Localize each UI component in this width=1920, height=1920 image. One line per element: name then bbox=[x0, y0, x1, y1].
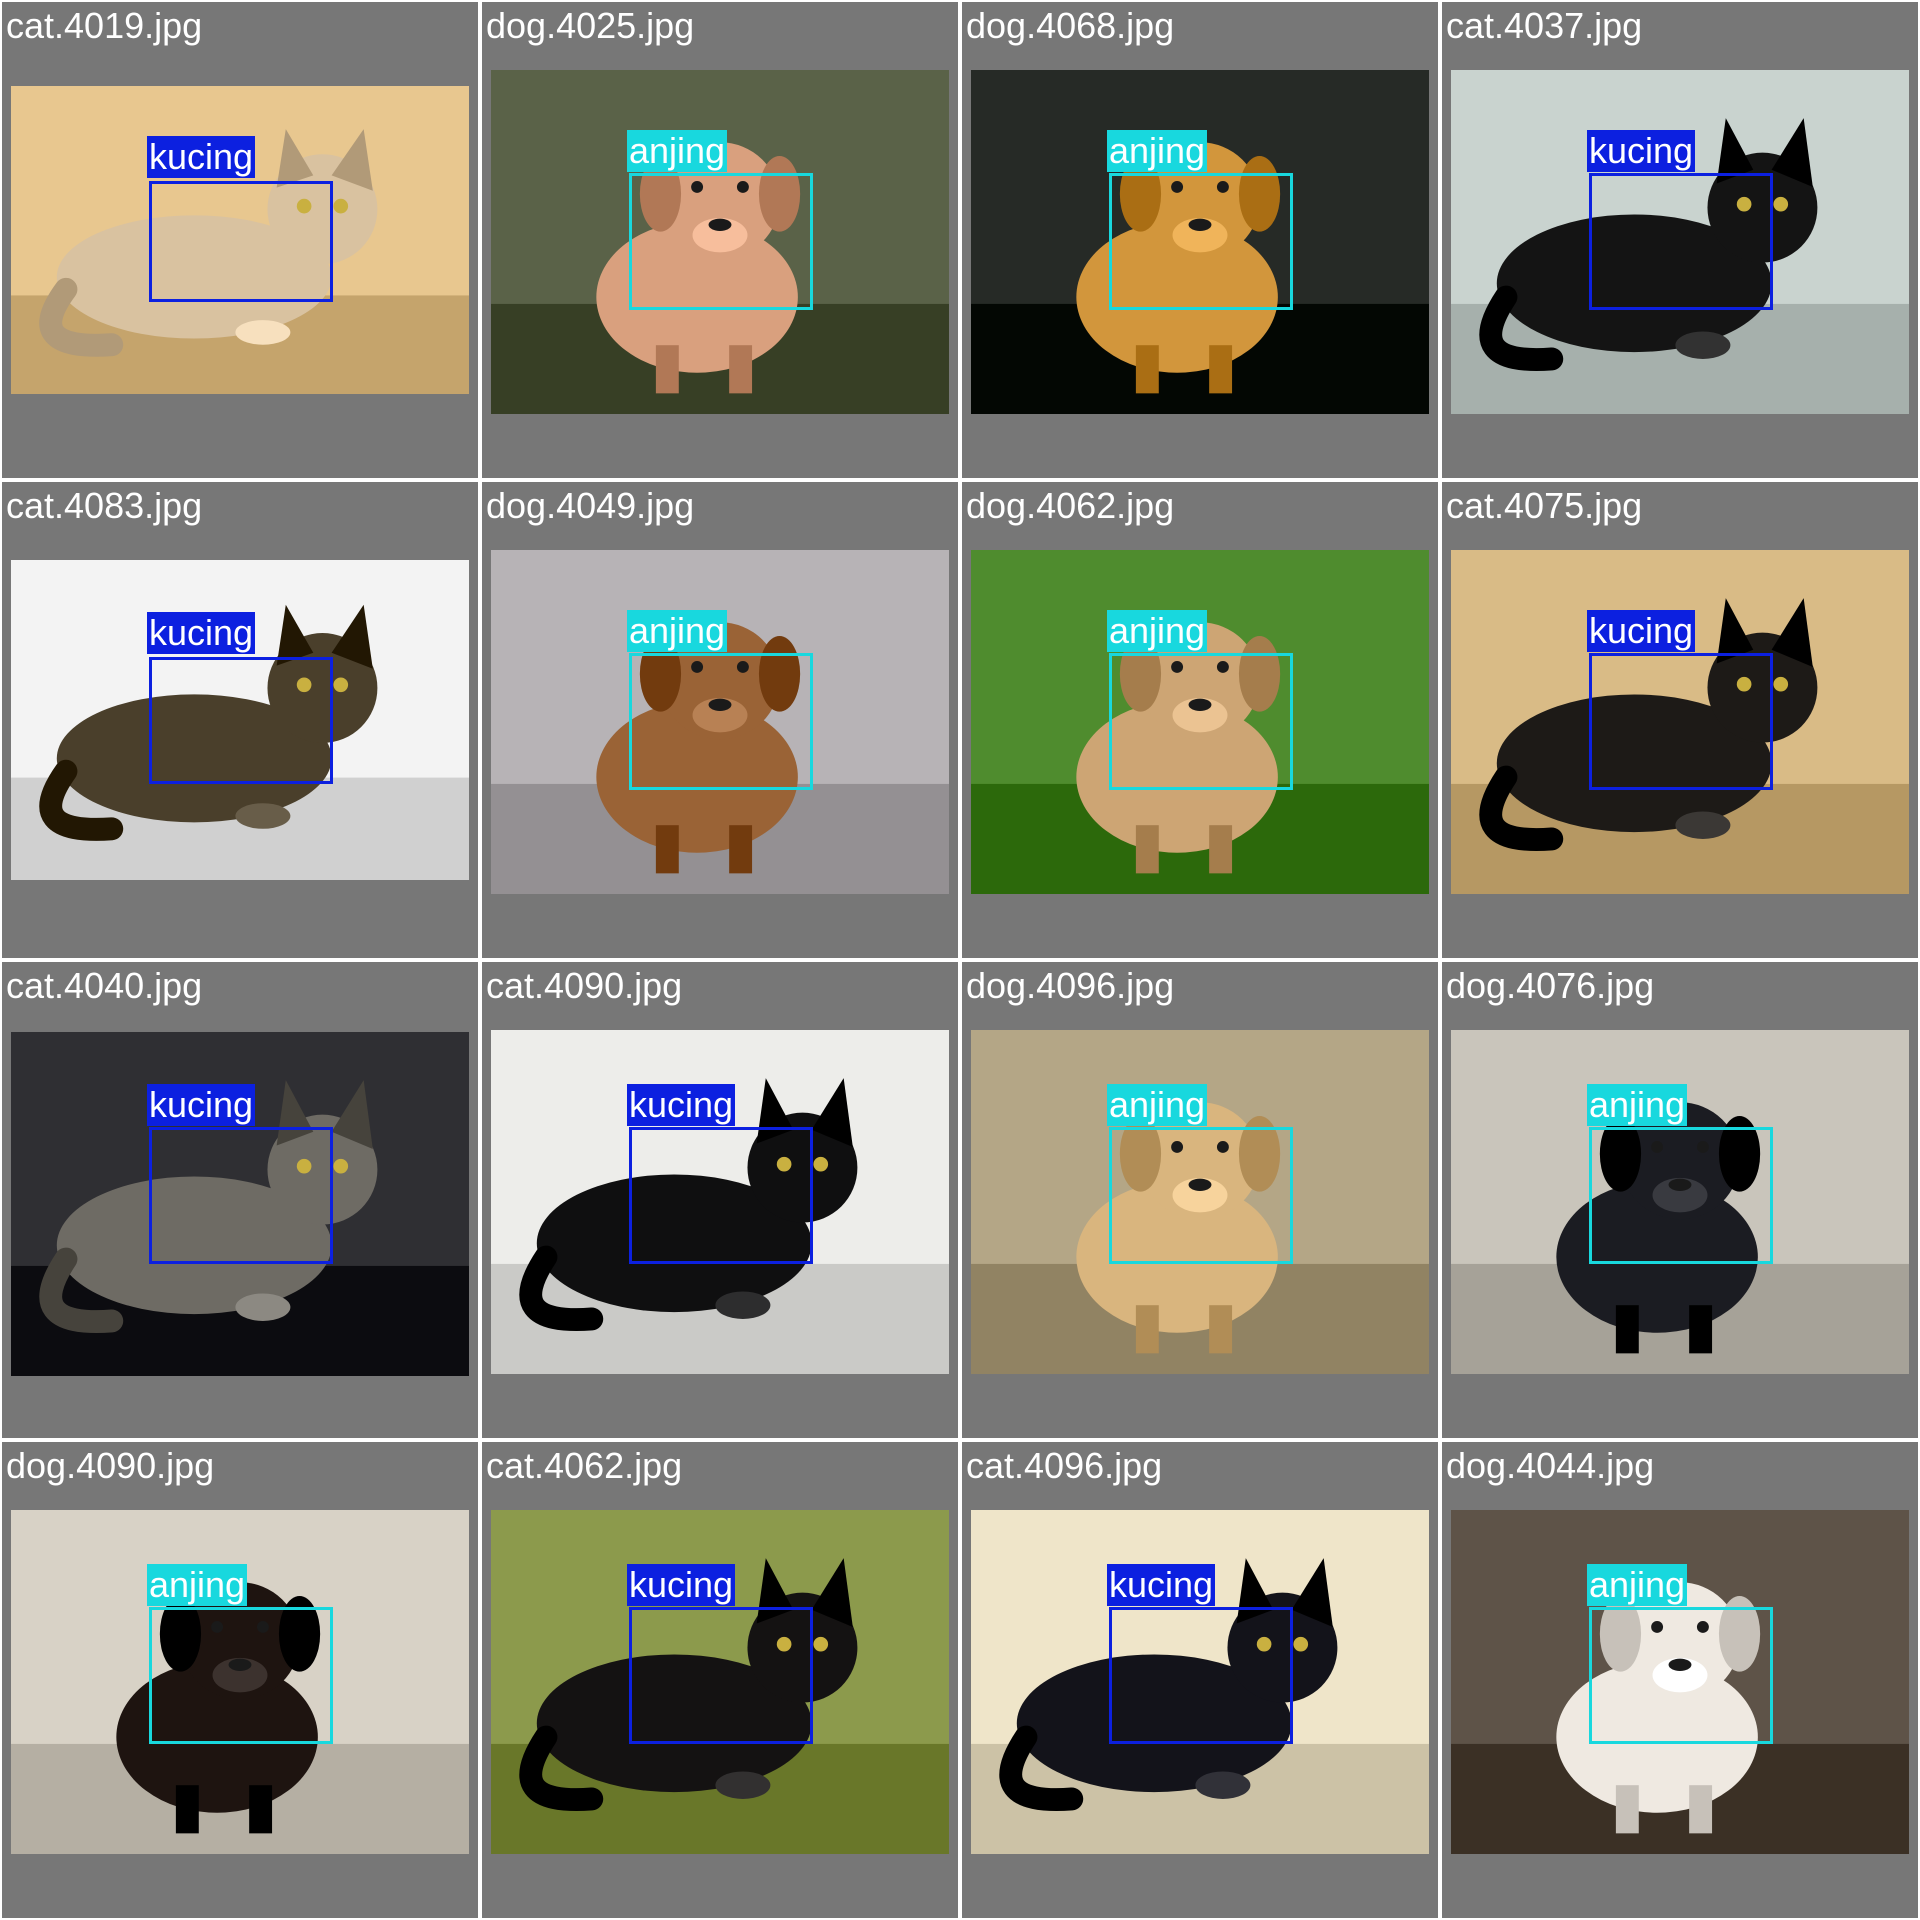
detection-box bbox=[629, 173, 813, 310]
image-tile[interactable]: dog.4062.jpg anjing bbox=[962, 482, 1438, 958]
detection-box bbox=[149, 1127, 333, 1264]
image-filename: dog.4096.jpg bbox=[966, 965, 1175, 1006]
image-tile[interactable]: dog.4096.jpg anjing bbox=[962, 962, 1438, 1438]
detection-box bbox=[1109, 1607, 1293, 1744]
image-tile[interactable]: cat.4037.jpg kucing bbox=[1442, 2, 1918, 478]
image-grid: cat.4019.jpg kucing dog.4025.jpg anjing dog.… bbox=[0, 0, 1920, 1920]
detection-label: anjing bbox=[1107, 610, 1208, 652]
image-filename: cat.4019.jpg bbox=[6, 5, 203, 46]
detection-box bbox=[149, 657, 333, 784]
image-tile[interactable]: cat.4090.jpg kucing bbox=[482, 962, 958, 1438]
image-tile[interactable]: dog.4068.jpg anjing bbox=[962, 2, 1438, 478]
image-filename: dog.4068.jpg bbox=[966, 5, 1175, 46]
detection-box bbox=[1109, 173, 1293, 310]
detection-label: anjing bbox=[627, 610, 728, 652]
detection-label: kucing bbox=[147, 136, 256, 178]
image-tile[interactable]: cat.4083.jpg kucing bbox=[2, 482, 478, 958]
image-tile[interactable]: cat.4075.jpg kucing bbox=[1442, 482, 1918, 958]
detection-box bbox=[149, 181, 333, 302]
detection-box bbox=[1109, 1127, 1293, 1264]
image-filename: cat.4090.jpg bbox=[486, 965, 683, 1006]
detection-box bbox=[1589, 1607, 1773, 1744]
detection-label: anjing bbox=[1107, 130, 1208, 172]
detection-label: anjing bbox=[1107, 1084, 1208, 1126]
detection-label: kucing bbox=[147, 1084, 256, 1126]
detection-box bbox=[1109, 653, 1293, 790]
image-filename: cat.4083.jpg bbox=[6, 485, 203, 526]
image-tile[interactable]: dog.4049.jpg anjing bbox=[482, 482, 958, 958]
image-filename: dog.4044.jpg bbox=[1446, 1445, 1655, 1486]
image-filename: cat.4096.jpg bbox=[966, 1445, 1163, 1486]
image-filename: dog.4025.jpg bbox=[486, 5, 695, 46]
detection-box bbox=[1589, 653, 1773, 790]
image-tile[interactable]: cat.4062.jpg kucing bbox=[482, 1442, 958, 1918]
detection-label: anjing bbox=[627, 130, 728, 172]
detection-label: kucing bbox=[147, 612, 256, 654]
detection-box bbox=[629, 1127, 813, 1264]
detection-box bbox=[629, 653, 813, 790]
image-filename: cat.4040.jpg bbox=[6, 965, 203, 1006]
image-tile[interactable]: cat.4040.jpg kucing bbox=[2, 962, 478, 1438]
detection-label: kucing bbox=[1587, 610, 1696, 652]
image-tile[interactable]: cat.4096.jpg kucing bbox=[962, 1442, 1438, 1918]
image-tile[interactable]: dog.4025.jpg anjing bbox=[482, 2, 958, 478]
detection-box bbox=[149, 1607, 333, 1744]
image-filename: cat.4037.jpg bbox=[1446, 5, 1643, 46]
detection-box bbox=[1589, 173, 1773, 310]
image-filename: cat.4075.jpg bbox=[1446, 485, 1643, 526]
detection-label: anjing bbox=[1587, 1564, 1688, 1606]
detection-label: anjing bbox=[147, 1564, 248, 1606]
detection-label: anjing bbox=[1587, 1084, 1688, 1126]
detection-box bbox=[629, 1607, 813, 1744]
image-tile[interactable]: dog.4090.jpg anjing bbox=[2, 1442, 478, 1918]
image-tile[interactable]: dog.4044.jpg anjing bbox=[1442, 1442, 1918, 1918]
image-filename: cat.4062.jpg bbox=[486, 1445, 683, 1486]
detection-label: kucing bbox=[627, 1084, 736, 1126]
image-filename: dog.4076.jpg bbox=[1446, 965, 1655, 1006]
image-tile[interactable]: dog.4076.jpg anjing bbox=[1442, 962, 1918, 1438]
image-filename: dog.4090.jpg bbox=[6, 1445, 215, 1486]
image-filename: dog.4049.jpg bbox=[486, 485, 695, 526]
detection-label: kucing bbox=[627, 1564, 736, 1606]
detection-box bbox=[1589, 1127, 1773, 1264]
detection-label: kucing bbox=[1587, 130, 1696, 172]
image-filename: dog.4062.jpg bbox=[966, 485, 1175, 526]
detection-label: kucing bbox=[1107, 1564, 1216, 1606]
image-tile[interactable]: cat.4019.jpg kucing bbox=[2, 2, 478, 478]
